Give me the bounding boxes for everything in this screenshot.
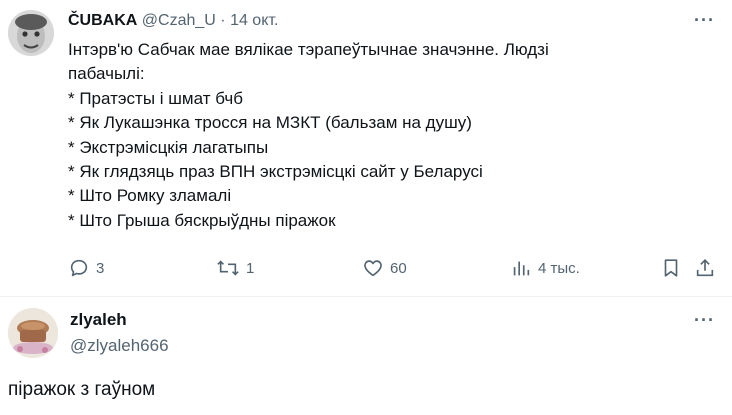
more-options-button[interactable]: ··· (694, 10, 715, 31)
views-count: 4 тыс. (538, 259, 580, 277)
repost-count: 1 (246, 259, 255, 277)
author-handle[interactable]: @Czah_U (142, 12, 216, 29)
tweet-actions: 3 1 60 4 тыс. (0, 254, 732, 282)
like-count: 60 (390, 259, 407, 277)
bookmark-button[interactable] (660, 254, 682, 282)
like-button[interactable]: 60 (362, 254, 407, 282)
reply-text: піражок з гаўном (8, 379, 156, 400)
reply-icon (70, 259, 88, 277)
tweet-text-line: * Што Ромку зламалі (68, 186, 232, 206)
divider (0, 296, 732, 297)
avatar-image (8, 308, 58, 358)
header-separator: · (220, 12, 226, 29)
reply-more-options-button[interactable]: ··· (694, 310, 715, 331)
tweet-text-line: * Экстрэмісцкія лагатыпы (68, 137, 269, 157)
reply-author-name[interactable]: zlyaleh (70, 310, 127, 330)
repost-button[interactable]: 1 (216, 254, 254, 282)
bookmark-icon (664, 259, 678, 277)
repost-icon (217, 260, 239, 276)
tweet-text-line: * Як Лукашэнка тросся на МЗКТ (бальзам н… (68, 113, 472, 133)
tweet-date[interactable]: 14 окт. (230, 12, 278, 29)
tweet-text-line: * Што Грыша бяскрыўдны піражок (68, 210, 336, 230)
reply-count: 3 (96, 259, 105, 277)
tweet-text: Інтэрв'ю Сабчак мае вялікае тэрапеўтычна… (68, 38, 688, 233)
tweet-header: ČUBAKA @Czah_U · 14 окт. (68, 12, 278, 34)
author-name[interactable]: ČUBAKA (68, 12, 137, 29)
views-icon (513, 261, 530, 276)
share-icon (696, 259, 714, 277)
reply-author-avatar[interactable] (8, 308, 58, 358)
reply-button[interactable]: 3 (68, 254, 104, 282)
reply-author-handle[interactable]: @zlyaleh666 (70, 336, 169, 356)
tweet-text-line: Інтэрв'ю Сабчак мае вялікае тэрапеўтычна… (68, 40, 549, 59)
author-avatar[interactable] (8, 10, 54, 56)
tweet-text-line: пабачылі: (68, 64, 145, 84)
tweet-text-line: * Пратэсты і шмат бчб (68, 88, 243, 108)
tweet: ČUBAKA @Czah_U · 14 окт. ··· Інтэрв'ю Са… (0, 0, 732, 296)
tweet-text-line: * Як глядзяць праз ВПН экстрэмісцкі сайт… (68, 162, 483, 182)
views-button[interactable]: 4 тыс. (510, 254, 580, 282)
avatar-image (8, 10, 54, 56)
share-button[interactable] (694, 254, 716, 282)
heart-icon (364, 260, 382, 277)
